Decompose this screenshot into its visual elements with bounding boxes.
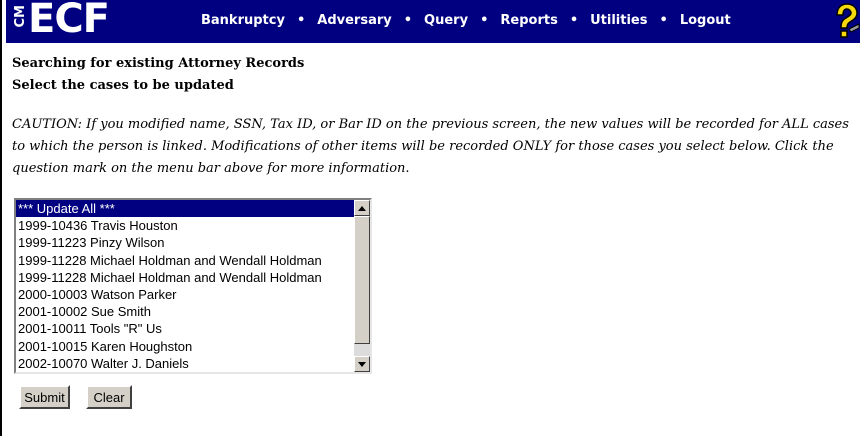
menu-logout[interactable]: Logout [680, 13, 731, 28]
cmecf-logo: CM ECF [13, 0, 110, 42]
scroll-down-button[interactable] [354, 356, 370, 372]
caution-text: CAUTION: If you modified name, SSN, Tax … [12, 117, 849, 176]
scroll-up-button[interactable] [354, 200, 370, 216]
logo-cm-text: CM [13, 5, 28, 28]
list-item[interactable]: 2001-10015 Karen Houghston [16, 338, 354, 355]
case-select-listbox[interactable]: *** Update All *** 1999-10436 Travis Hous… [14, 198, 372, 374]
menu-items: Bankruptcy • Adversary • Query • Reports… [201, 13, 731, 28]
listbox-scrollbar[interactable] [354, 200, 370, 372]
list-item[interactable]: 2001-10011 Tools "R" Us [16, 320, 354, 337]
menu-separator: • [569, 13, 579, 28]
menu-utilities[interactable]: Utilities [590, 13, 647, 28]
menu-separator: • [403, 13, 413, 28]
list-item[interactable]: 1999-11228 Michael Holdman and Wendall H… [16, 269, 354, 286]
list-item[interactable]: 1999-11223 Pinzy Wilson [16, 234, 354, 251]
menu-separator: • [659, 13, 668, 28]
page-subheading: Select the cases to be updated [12, 78, 234, 93]
page-left-border [0, 0, 2, 436]
question-mark-help-icon[interactable] [828, 2, 860, 40]
list-item[interactable]: 2000-10003 Watson Parker [16, 286, 354, 303]
arrow-up-icon [358, 205, 366, 211]
menu-adversary[interactable]: Adversary [317, 13, 391, 28]
menu-bankruptcy[interactable]: Bankruptcy [201, 13, 285, 28]
logo-ecf-text: ECF [28, 0, 110, 42]
scroll-thumb[interactable] [354, 216, 370, 344]
menu-separator: • [480, 13, 489, 28]
arrow-down-icon [358, 361, 366, 367]
menu-separator: • [296, 13, 306, 28]
menu-reports[interactable]: Reports [500, 13, 557, 28]
case-list: *** Update All *** 1999-10436 Travis Hous… [16, 200, 354, 372]
list-item-update-all[interactable]: *** Update All *** [16, 200, 354, 218]
list-item[interactable]: 2001-10002 Sue Smith [16, 303, 354, 320]
clear-button[interactable]: Clear [86, 385, 132, 409]
menu-bar: CM ECF Bankruptcy • Adversary • Query • … [6, 0, 860, 43]
list-item[interactable]: 2002-10070 Walter J. Daniels [16, 355, 354, 372]
list-item[interactable]: 1999-10436 Travis Houston [16, 217, 354, 234]
submit-button[interactable]: Submit [19, 385, 70, 409]
page-heading: Searching for existing Attorney Records [12, 56, 305, 71]
menu-query[interactable]: Query [424, 13, 468, 28]
list-item[interactable]: 1999-11228 Michael Holdman and Wendall H… [16, 252, 354, 269]
